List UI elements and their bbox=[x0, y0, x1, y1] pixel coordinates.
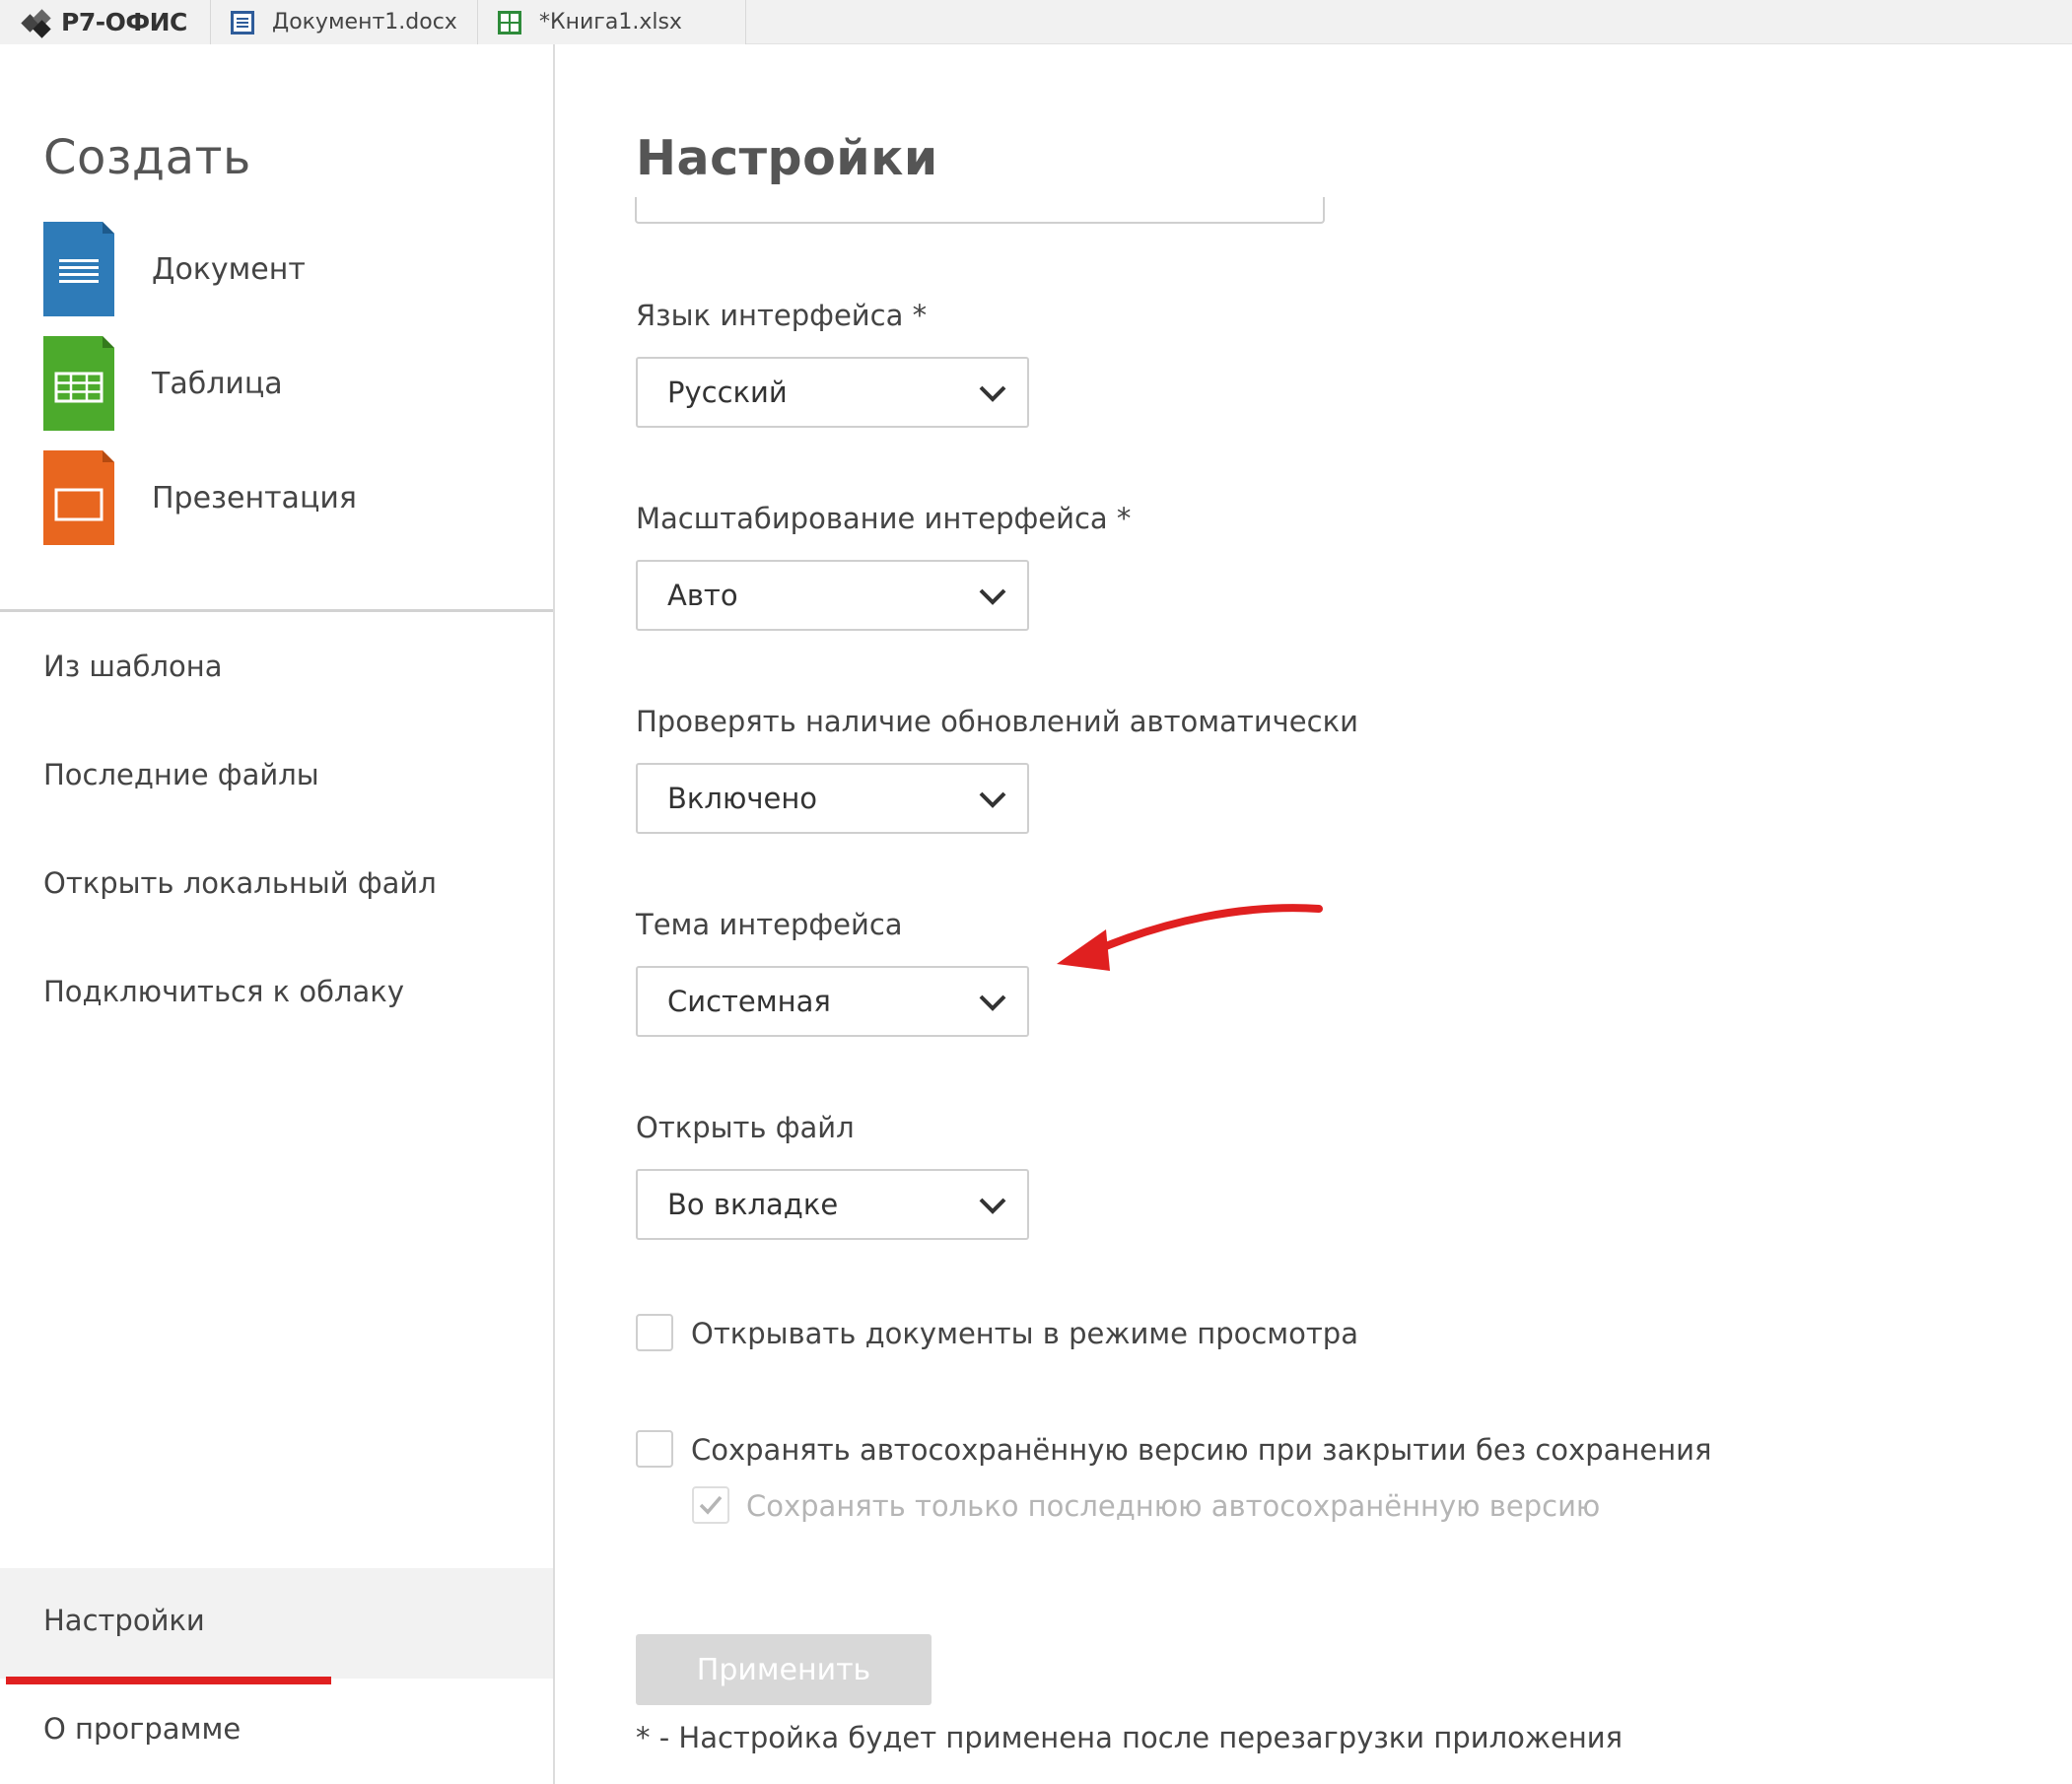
create-title: Создать bbox=[43, 130, 251, 185]
view-mode-label: Открывать документы в режиме просмотра bbox=[691, 1317, 1358, 1350]
chevron-down-icon bbox=[979, 995, 1006, 1011]
field-label-scaling: Масштабирование интерфейса * bbox=[636, 502, 1132, 535]
brand-tab[interactable]: Р7-ОФИС bbox=[0, 0, 210, 44]
field-label-open-file: Открыть файл bbox=[636, 1111, 855, 1144]
theme-select[interactable]: Системная bbox=[636, 966, 1029, 1037]
last-autosave-only-label: Сохранять только последнюю автосохранённ… bbox=[746, 1489, 1601, 1523]
field-label-theme: Тема интерфейса bbox=[636, 908, 903, 941]
tab-spreadsheet[interactable]: *Книга1.xlsx bbox=[478, 0, 746, 44]
tab-label: Документ1.docx bbox=[272, 10, 457, 34]
field-label-language: Язык интерфейса * bbox=[636, 299, 928, 332]
sidebar: Создать Документ Таблица Презентация Из … bbox=[0, 44, 555, 1784]
spreadsheet-file-icon bbox=[43, 336, 114, 431]
presentation-file-icon bbox=[43, 450, 114, 545]
apply-button[interactable]: Применить bbox=[636, 1634, 932, 1705]
create-item-label: Документ bbox=[152, 251, 306, 287]
annotation-underline bbox=[6, 1677, 331, 1684]
scrolled-field-remnant bbox=[635, 197, 1325, 224]
create-spreadsheet-button[interactable]: Таблица bbox=[43, 336, 497, 431]
create-item-label: Презентация bbox=[152, 480, 357, 515]
chevron-down-icon bbox=[979, 385, 1006, 402]
document-icon bbox=[229, 9, 256, 36]
chevron-down-icon bbox=[979, 791, 1006, 808]
chevron-down-icon bbox=[979, 1198, 1006, 1214]
scaling-select[interactable]: Авто bbox=[636, 560, 1029, 631]
create-presentation-button[interactable]: Презентация bbox=[43, 450, 497, 545]
restart-footnote: * - Настройка будет применена после пере… bbox=[636, 1721, 1623, 1754]
field-label-updates: Проверять наличие обновлений автоматичес… bbox=[636, 705, 1358, 738]
brand-name: Р7-ОФИС bbox=[61, 8, 187, 36]
spreadsheet-icon bbox=[496, 9, 523, 36]
chevron-down-icon bbox=[979, 588, 1006, 605]
sidebar-item-settings[interactable]: Настройки bbox=[43, 1604, 205, 1637]
select-value: Русский bbox=[667, 376, 788, 409]
sidebar-item-about[interactable]: О программе bbox=[43, 1712, 241, 1746]
tab-document[interactable]: Документ1.docx bbox=[210, 0, 478, 44]
open-file-select[interactable]: Во вкладке bbox=[636, 1169, 1029, 1240]
select-value: Авто bbox=[667, 579, 738, 612]
create-item-label: Таблица bbox=[152, 366, 283, 401]
create-document-button[interactable]: Документ bbox=[43, 222, 497, 316]
keep-autosave-checkbox[interactable] bbox=[636, 1430, 673, 1468]
sidebar-item-open-local-file[interactable]: Открыть локальный файл bbox=[43, 866, 437, 900]
annotation-arrow-icon bbox=[1057, 904, 1323, 971]
tab-bar: Р7-ОФИС Документ1.docx *Книга1.xlsx bbox=[0, 0, 2072, 44]
select-value: Системная bbox=[667, 985, 831, 1018]
sidebar-item-recent-files[interactable]: Последние файлы bbox=[43, 758, 319, 791]
page-title: Настройки bbox=[636, 130, 938, 186]
language-select[interactable]: Русский bbox=[636, 357, 1029, 428]
document-file-icon bbox=[43, 222, 114, 316]
select-value: Во вкладке bbox=[667, 1188, 839, 1221]
sidebar-item-from-template[interactable]: Из шаблона bbox=[43, 650, 223, 683]
tab-label: *Книга1.xlsx bbox=[539, 10, 682, 34]
checkmark-icon bbox=[699, 1495, 723, 1515]
brand-logo-icon bbox=[21, 8, 53, 38]
sidebar-item-connect-cloud[interactable]: Подключиться к облаку bbox=[43, 975, 404, 1008]
updates-select[interactable]: Включено bbox=[636, 763, 1029, 834]
view-mode-checkbox[interactable] bbox=[636, 1314, 673, 1351]
select-value: Включено bbox=[667, 782, 818, 815]
last-autosave-only-checkbox bbox=[692, 1486, 729, 1524]
keep-autosave-label: Сохранять автосохранённую версию при зак… bbox=[691, 1433, 1712, 1467]
sidebar-divider bbox=[0, 609, 553, 612]
